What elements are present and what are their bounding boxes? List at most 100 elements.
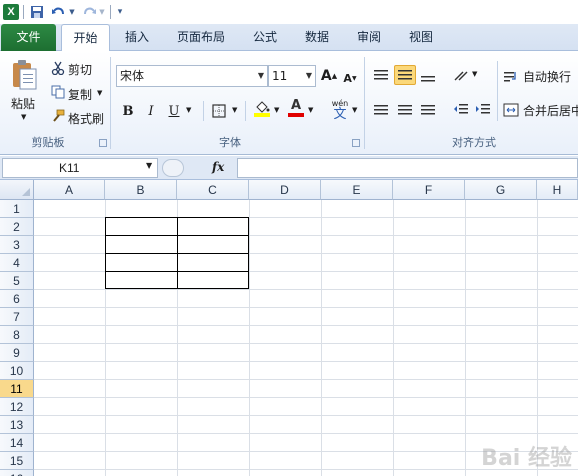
wrap-text-icon[interactable] (502, 67, 520, 87)
tab-file[interactable]: 文件 (1, 24, 56, 51)
redo-dropdown-icon[interactable]: ▼ (98, 3, 106, 21)
redo-icon[interactable] (80, 3, 98, 21)
borders-dropdown-icon[interactable]: ▼ (232, 106, 237, 114)
row-header[interactable]: 13 (0, 416, 34, 434)
gridline (34, 361, 578, 362)
tab-data[interactable]: 数据 (296, 24, 338, 51)
copy-icon[interactable] (50, 84, 66, 100)
row-header[interactable]: 8 (0, 326, 34, 344)
formula-bar: K11 ▼ fx (0, 156, 578, 180)
borders-icon[interactable] (209, 101, 229, 121)
row-header-active[interactable]: 11 (0, 380, 34, 398)
fill-color-dropdown-icon[interactable]: ▼ (274, 106, 279, 114)
column-header-h[interactable]: H (537, 180, 578, 200)
row-header[interactable]: 14 (0, 434, 34, 452)
chevron-down-icon: ▼ (305, 71, 312, 80)
orientation-dropdown-icon[interactable]: ▼ (472, 70, 477, 78)
align-middle-icon[interactable] (394, 65, 416, 85)
paste-icon[interactable] (8, 57, 40, 93)
copy-button[interactable]: 复制 (68, 86, 92, 103)
row-header[interactable]: 1 (0, 200, 34, 218)
bordered-cell-range[interactable] (105, 217, 249, 289)
row-header[interactable]: 9 (0, 344, 34, 362)
gridline (34, 433, 578, 434)
font-launcher-icon[interactable] (352, 139, 360, 147)
row-header[interactable]: 5 (0, 272, 34, 290)
gridline (34, 289, 578, 290)
wrap-text-button[interactable]: 自动换行 (523, 68, 571, 85)
font-name-combo[interactable]: 宋体 ▼ (116, 65, 268, 87)
insert-function-icon[interactable]: fx (212, 160, 224, 174)
row-header[interactable]: 6 (0, 290, 34, 308)
clipboard-launcher-icon[interactable] (99, 139, 107, 147)
fill-color-icon[interactable] (252, 99, 272, 119)
row-header[interactable]: 3 (0, 236, 34, 254)
bold-button[interactable]: B (118, 101, 138, 121)
formula-bar-handle[interactable] (162, 159, 184, 177)
ribbon: 粘贴 ▼ 剪切 复制 ▼ 格式刷 剪贴板 宋体 ▼ 11 ▼ A ▲ A ▼ B I… (0, 51, 578, 155)
select-all-button[interactable] (0, 180, 34, 200)
copy-dropdown-icon[interactable]: ▼ (97, 89, 102, 97)
underline-dropdown-icon[interactable]: ▼ (186, 106, 191, 114)
quick-access-toolbar: X ▼ ▼ ▾ (0, 0, 578, 24)
row-header[interactable]: 10 (0, 362, 34, 380)
cut-button[interactable]: 剪切 (68, 61, 92, 78)
phonetic-dropdown-icon[interactable]: ▼ (352, 106, 357, 114)
tab-home[interactable]: 开始 (61, 24, 110, 52)
decrease-indent-icon[interactable] (450, 100, 472, 120)
gridline (34, 397, 578, 398)
paste-button[interactable]: 粘贴 (11, 95, 35, 112)
row-header[interactable]: 2 (0, 218, 34, 236)
customize-toolbar-icon[interactable]: ▾ (115, 3, 125, 21)
row-header[interactable]: 12 (0, 398, 34, 416)
italic-button[interactable]: I (141, 101, 161, 121)
column-header-a[interactable]: A (34, 180, 105, 200)
cut-icon[interactable] (50, 60, 66, 76)
column-header-e[interactable]: E (321, 180, 393, 200)
orientation-icon[interactable] (450, 65, 472, 85)
formula-input[interactable] (237, 158, 578, 178)
align-top-icon[interactable] (370, 65, 392, 85)
align-bottom-icon[interactable] (417, 67, 439, 87)
paste-dropdown-icon[interactable]: ▼ (21, 113, 26, 121)
row-header[interactable]: 16 (0, 470, 34, 476)
tab-formulas[interactable]: 公式 (244, 24, 286, 51)
merge-center-icon[interactable] (502, 100, 520, 120)
merge-center-button[interactable]: 合并后居中 (523, 102, 578, 119)
name-box-dropdown-icon[interactable]: ▼ (146, 161, 152, 170)
row-header[interactable]: 7 (0, 308, 34, 326)
divider (110, 57, 111, 149)
phonetic-guide-icon[interactable]: wén 文 (328, 97, 352, 123)
align-right-icon[interactable] (417, 100, 439, 120)
row-header[interactable]: 4 (0, 254, 34, 272)
shrink-font-icon[interactable]: A ▼ (340, 68, 360, 88)
tab-insert[interactable]: 插入 (116, 24, 158, 51)
align-center-icon[interactable] (394, 100, 416, 120)
tab-page-layout[interactable]: 页面布局 (170, 24, 232, 51)
increase-indent-icon[interactable] (472, 100, 494, 120)
column-header-f[interactable]: F (393, 180, 465, 200)
row-header[interactable]: 15 (0, 452, 34, 470)
column-header-c[interactable]: C (177, 180, 249, 200)
column-header-d[interactable]: D (249, 180, 321, 200)
divider (23, 5, 24, 19)
undo-dropdown-icon[interactable]: ▼ (68, 3, 76, 21)
name-box[interactable]: K11 (2, 158, 158, 178)
font-color-dropdown-icon[interactable]: ▼ (308, 106, 313, 114)
watermark: Bai 经验 (481, 446, 572, 471)
font-color-icon[interactable]: A (286, 98, 306, 118)
fill-color-swatch (254, 113, 270, 117)
save-icon[interactable] (28, 3, 46, 21)
gridline (34, 379, 578, 380)
tab-view[interactable]: 视图 (400, 24, 442, 51)
format-painter-icon[interactable] (50, 108, 66, 124)
column-header-b[interactable]: B (105, 180, 177, 200)
tab-review[interactable]: 审阅 (348, 24, 390, 51)
undo-icon[interactable] (50, 3, 68, 21)
underline-button[interactable]: U (164, 101, 184, 121)
column-header-g[interactable]: G (465, 180, 537, 200)
align-left-icon[interactable] (370, 100, 392, 120)
font-size-combo[interactable]: 11 ▼ (268, 65, 316, 87)
grow-font-icon[interactable]: A ▲ (319, 66, 339, 86)
format-painter-button[interactable]: 格式刷 (68, 110, 104, 127)
